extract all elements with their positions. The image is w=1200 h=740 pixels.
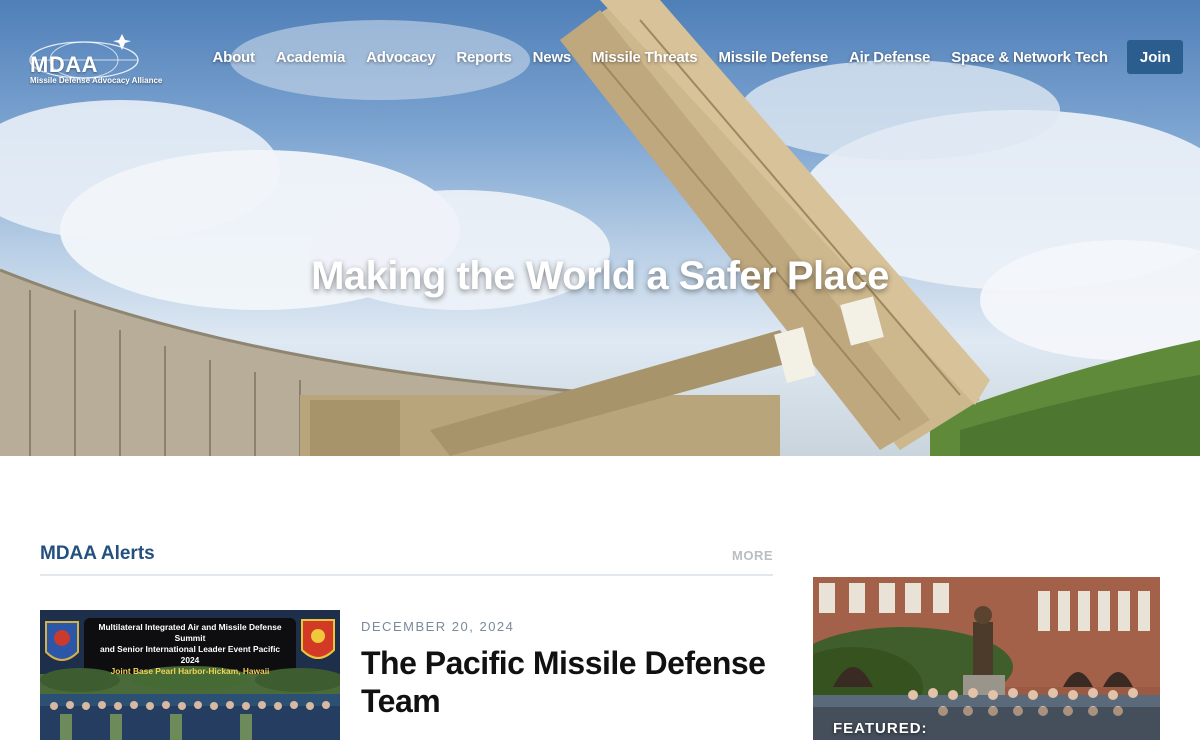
nav-item-missile-defense[interactable]: Missile Defense [718, 49, 828, 66]
alert-thumbnail[interactable]: Multilateral Integrated Air and Missile … [40, 610, 340, 740]
alert-date: DECEMBER 20, 2024 [361, 619, 515, 634]
logo-subtitle: Missile Defense Advocacy Alliance [30, 76, 163, 85]
alerts-more-link[interactable]: MORE [732, 548, 773, 563]
thumbnail-caption-line: Joint Base Pearl Harbor-Hickam, Hawaii [110, 666, 270, 676]
join-button[interactable]: Join [1127, 40, 1184, 74]
nav-item-reports[interactable]: Reports [456, 49, 511, 66]
hero-banner: MDAA Missile Defense Advocacy Alliance A… [0, 0, 1200, 456]
main-navigation: About Academia Advocacy Reports News Mis… [202, 40, 1200, 74]
logo-text: MDAA [30, 52, 98, 77]
featured-label: FEATURED: [833, 720, 928, 737]
nav-item-news[interactable]: News [533, 49, 572, 66]
alerts-section-header: MDAA Alerts MORE [40, 543, 773, 576]
featured-photo [813, 577, 1160, 740]
alert-title-link[interactable]: The Pacific Missile Defense Team [361, 644, 781, 720]
alerts-heading: MDAA Alerts [40, 543, 155, 564]
nav-item-missile-threats[interactable]: Missile Threats [592, 49, 698, 66]
featured-card[interactable]: FEATURED: [813, 577, 1160, 740]
hero-title: Making the World a Safer Place [311, 254, 889, 298]
nav-item-academia[interactable]: Academia [276, 49, 345, 66]
nav-item-about[interactable]: About [213, 49, 256, 66]
mdaa-logo[interactable]: MDAA Missile Defense Advocacy Alliance [26, 30, 162, 88]
nav-item-air-defense[interactable]: Air Defense [849, 49, 930, 66]
thumbnail-caption-line: Multilateral Integrated Air and Missile … [98, 622, 282, 643]
nav-item-space-network-tech[interactable]: Space & Network Tech [951, 49, 1108, 66]
thumbnail-caption-line: 2024 [180, 655, 200, 665]
nav-item-advocacy[interactable]: Advocacy [366, 49, 435, 66]
thumbnail-caption: Multilateral Integrated Air and Missile … [84, 622, 296, 677]
thumbnail-caption-line: and Senior International Leader Event Pa… [99, 644, 281, 654]
